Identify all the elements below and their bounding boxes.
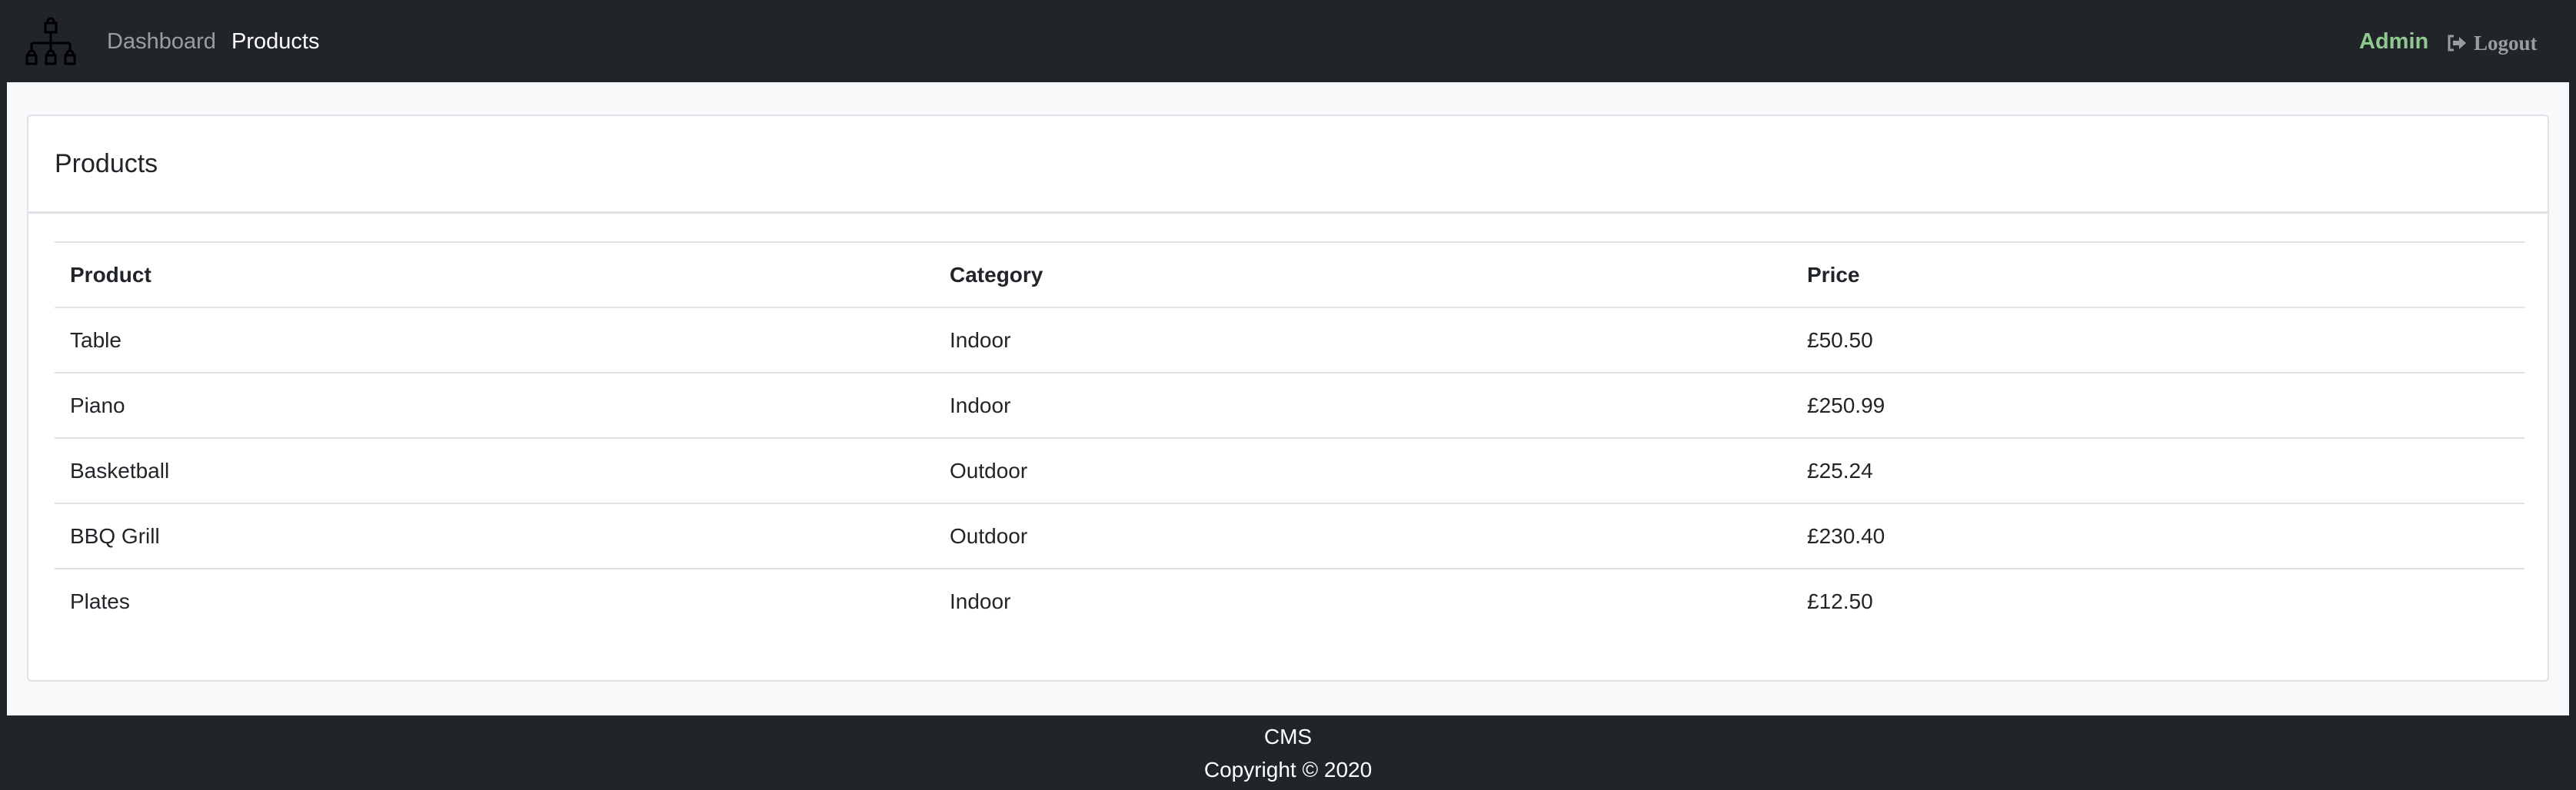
- product-cell: Table: [70, 327, 121, 352]
- product-cell: Plates: [70, 589, 130, 613]
- products-table: Product Category Price Table Indoor £50.…: [55, 241, 2524, 633]
- footer-copyright: Copyright © 2020: [1203, 758, 1373, 782]
- table-row: Basketball Outdoor £25.24: [55, 437, 2524, 503]
- products-card: Products Product Category Price Table In…: [27, 115, 2549, 682]
- table-row: Table Indoor £50.50: [55, 307, 2524, 372]
- main-content: Products Product Category Price Table In…: [7, 82, 2569, 715]
- category-cell: Indoor: [950, 327, 1011, 352]
- current-user: Admin: [2359, 29, 2429, 54]
- table-row: BBQ Grill Outdoor £230.40: [55, 503, 2524, 568]
- product-cell: Piano: [70, 393, 125, 417]
- category-cell: Indoor: [950, 589, 1011, 613]
- table-header-row: Product Category Price: [55, 241, 2524, 307]
- table-row: Plates Indoor £12.50: [55, 568, 2524, 633]
- table-row: Piano Indoor £250.99: [55, 372, 2524, 437]
- column-header-product: Product: [70, 262, 151, 287]
- product-cell: Basketball: [70, 458, 170, 483]
- price-cell: £25.24: [1807, 458, 1873, 483]
- price-cell: £12.50: [1807, 589, 1873, 613]
- sitemap-icon: [25, 17, 76, 65]
- column-header-price: Price: [1807, 262, 1860, 287]
- logout-link[interactable]: Logout: [2446, 29, 2538, 57]
- product-cell: BBQ Grill: [70, 523, 160, 548]
- category-cell: Outdoor: [950, 458, 1028, 483]
- price-cell: £50.50: [1807, 327, 1873, 352]
- page-title: Products: [55, 148, 158, 178]
- brand-logo[interactable]: [25, 15, 76, 68]
- column-header-category: Category: [950, 262, 1043, 287]
- footer-app-name: CMS: [1263, 725, 1313, 749]
- category-cell: Indoor: [950, 393, 1011, 417]
- sign-out-icon: [2448, 35, 2466, 51]
- price-cell: £250.99: [1807, 393, 1885, 417]
- logout-label: Logout: [2474, 31, 2538, 55]
- nav-link-dashboard[interactable]: Dashboard: [107, 28, 216, 55]
- price-cell: £230.40: [1807, 523, 1885, 548]
- category-cell: Outdoor: [950, 523, 1028, 548]
- footer: CMS Copyright © 2020: [0, 715, 2576, 790]
- nav-link-products[interactable]: Products: [231, 28, 319, 55]
- card-header: Products: [28, 116, 2548, 214]
- top-navbar: Dashboard Products Admin Logout: [0, 0, 2576, 82]
